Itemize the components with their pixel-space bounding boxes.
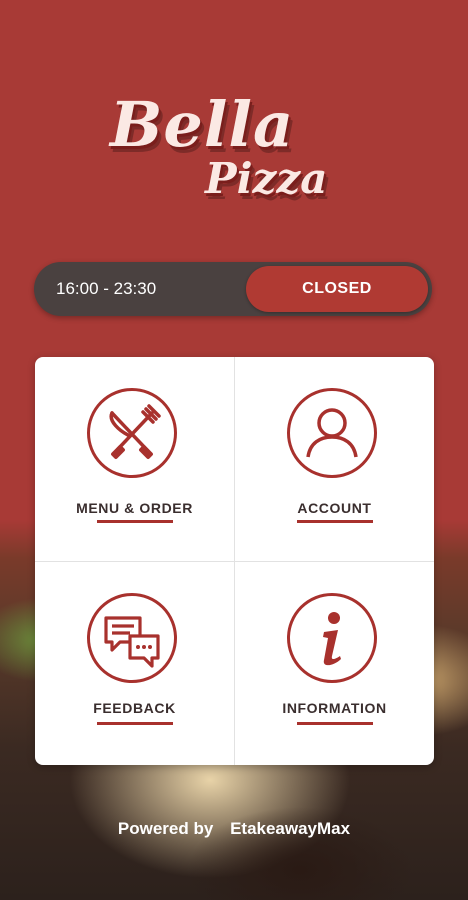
feedback-label: FEEDBACK [93, 700, 176, 716]
main-menu-grid: MENU & ORDER ACCOUNT FEEDBACK INFORMATIO… [35, 357, 434, 765]
open-status-badge: CLOSED [246, 266, 428, 312]
account-tile[interactable]: ACCOUNT [235, 357, 434, 562]
powered-by-text: Powered by [117, 819, 214, 838]
menu-order-tile[interactable]: MENU & ORDER [35, 357, 235, 562]
chat-bubbles-icon [87, 593, 177, 683]
account-underline [297, 520, 373, 523]
account-label: ACCOUNT [297, 500, 372, 516]
cutlery-icon [87, 388, 177, 478]
info-icon [287, 593, 377, 683]
menu-order-underline [97, 520, 173, 523]
information-label: INFORMATION [282, 700, 387, 716]
provider-link[interactable]: EtakeawayMax [230, 819, 350, 838]
information-tile[interactable]: INFORMATION [235, 562, 434, 765]
feedback-underline [97, 722, 173, 725]
information-underline [297, 722, 373, 725]
user-icon [287, 388, 377, 478]
opening-hours-bar: 16:00 - 23:30 CLOSED [34, 262, 432, 316]
powered-by-footer: Powered by EtakeawayMax [0, 819, 468, 839]
menu-order-label: MENU & ORDER [76, 500, 193, 516]
opening-hours-text: 16:00 - 23:30 [56, 279, 157, 298]
logo-text-pizza: Pizza [205, 154, 328, 203]
feedback-tile[interactable]: FEEDBACK [35, 562, 235, 765]
logo-text-bella: Bella [110, 88, 295, 161]
